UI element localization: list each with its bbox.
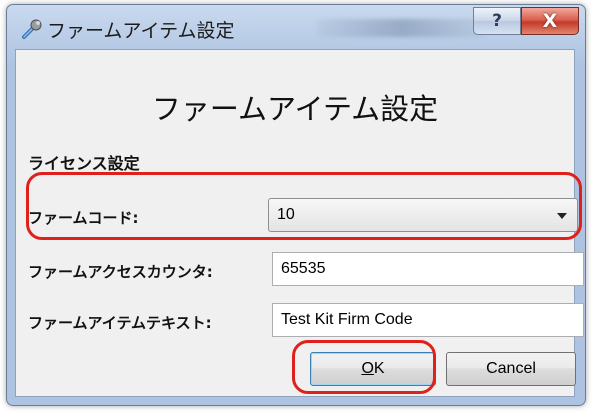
ok-button-label: K [373, 360, 385, 377]
blurred-background-title [317, 19, 487, 37]
help-button[interactable]: ? [473, 7, 521, 35]
window-title: ファームアイテム設定 [47, 20, 235, 42]
ok-button-mnemonic: O [361, 360, 374, 377]
firm-code-label: ファームコード: [28, 209, 139, 227]
cancel-button[interactable]: Cancel [446, 352, 576, 386]
help-icon: ? [492, 11, 502, 31]
ok-button[interactable]: OK [310, 352, 436, 386]
title-bar[interactable]: ファームアイテム設定 ? X [7, 5, 585, 49]
wrench-icon [22, 19, 42, 39]
license-section-title: ライセンス設定 [28, 154, 140, 173]
firm-item-text-label: ファームアイテムテキスト: [28, 314, 212, 332]
firm-access-counter-field[interactable] [272, 252, 584, 286]
dropdown-arrow-icon[interactable] [557, 213, 567, 219]
dialog-heading: ファームアイテム設定 [151, 92, 439, 126]
firm-code-value: 10 [277, 206, 295, 223]
dialog-client-area: ファームアイテム設定 ライセンス設定 ファームコード: 10 ファームアクセスカ… [15, 49, 584, 397]
dialog-window: ファームアイテム設定 ? X ファームアイテム設定 ライセンス設定 ファームコー… [6, 4, 586, 406]
firm-access-counter-label: ファームアクセスカウンタ: [28, 263, 213, 281]
firm-code-dropdown[interactable]: 10 [268, 198, 578, 232]
close-icon: X [542, 10, 558, 32]
close-button[interactable]: X [521, 7, 579, 35]
firm-item-text-field[interactable] [272, 303, 584, 337]
